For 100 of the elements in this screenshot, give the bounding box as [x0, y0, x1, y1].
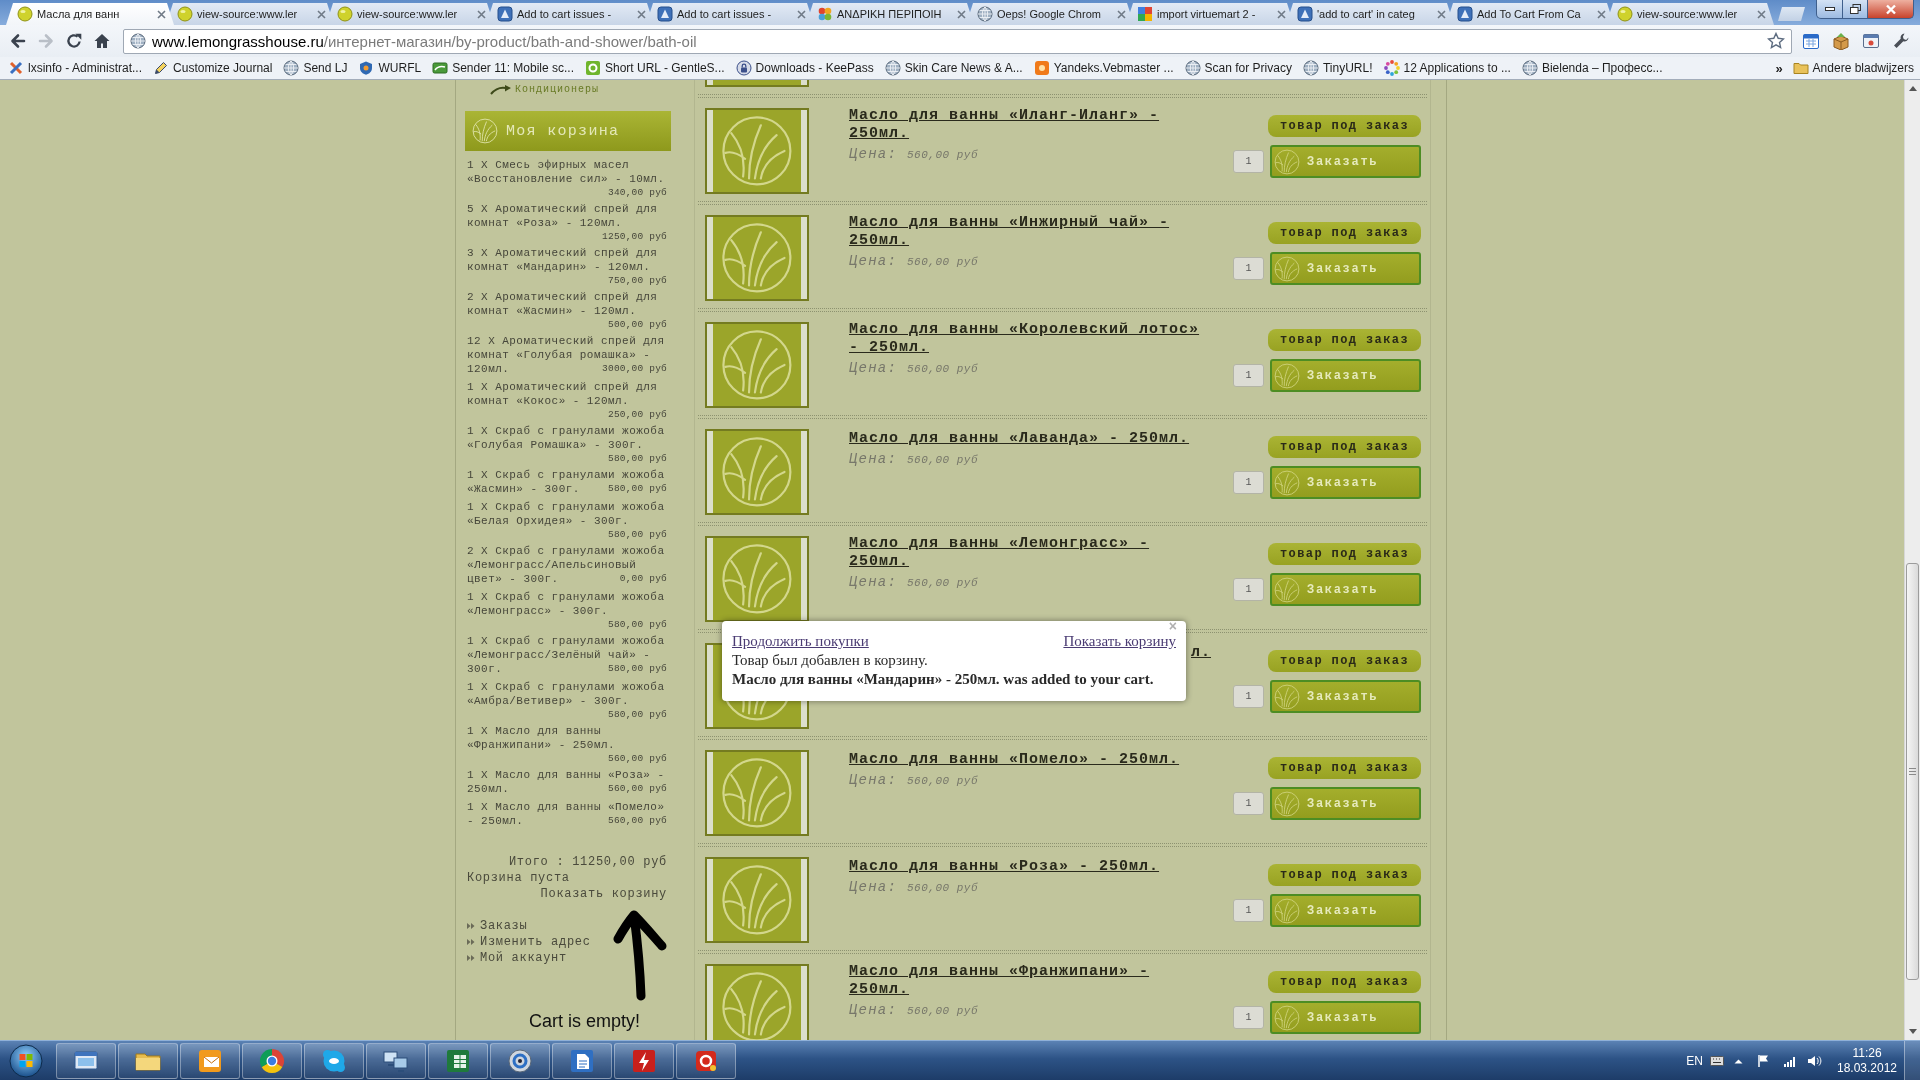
signal-icon[interactable] — [1783, 1054, 1797, 1067]
cart-item: 1 X Скраб с гранулами жожоба «Лемонграсс/Зелёный чай» - 300г. 580,00 руб — [467, 634, 667, 676]
price-value: 560,00 руб — [907, 362, 979, 377]
address-bar[interactable]: www.lemongrasshouse.ru/интернет-магазин/by-product/bath-and-shower/bath-oil — [123, 28, 1792, 54]
cart-item: 1 X Масло для ванны «Роза» - 250мл. 560,00 руб — [467, 768, 667, 796]
sidebar-link[interactable]: Мой аккаунт — [467, 950, 567, 966]
close-icon[interactable] — [1597, 9, 1606, 19]
scrollbar-thumb[interactable] — [1906, 563, 1919, 980]
close-icon[interactable] — [1117, 9, 1126, 19]
quantity-field[interactable]: 1 — [1233, 364, 1264, 387]
product-title-link[interactable]: Масло для ванны «Помело» - 250мл. — [849, 751, 1180, 769]
product-title-link[interactable]: Масло для ванны «Франжипани» - 250мл. — [849, 963, 1211, 999]
taskbar-button[interactable] — [552, 1042, 612, 1079]
product-title-link[interactable]: Масло для ванны «Лемонграсс» - 250мл. — [849, 535, 1211, 571]
minimize-icon — [1824, 7, 1835, 11]
bookmark[interactable]: Downloads - KeePass — [735, 60, 874, 76]
quantity-field[interactable]: 1 — [1233, 792, 1264, 815]
product-title-link[interactable]: Масло для ванны «Иланг-Иланг» - 250мл. — [849, 107, 1211, 143]
quantity-field[interactable]: 1 — [1233, 685, 1264, 708]
bookmark[interactable]: Skin Care News & A... — [884, 60, 1023, 76]
up-arrow-icon[interactable] — [1908, 86, 1917, 91]
flag-icon[interactable] — [1757, 1054, 1770, 1067]
sidebar-link[interactable]: Заказы — [467, 918, 528, 934]
price-value: 560,00 руб — [907, 774, 979, 789]
speaker-icon[interactable] — [1807, 1054, 1822, 1067]
cart-item: 1 X Смесь эфирных масел «Восстановление сил» - 10мл. 340,00 руб — [467, 158, 667, 198]
bookmark[interactable]: Yandeks.Vebmaster ... — [1033, 60, 1174, 76]
emblem-icon — [1273, 896, 1301, 925]
price-value: 560,00 руб — [907, 255, 979, 270]
product-title-link[interactable]: Масло для ванны «Роза» - 250мл. — [849, 858, 1160, 876]
taskbar-button[interactable] — [614, 1042, 674, 1079]
close-icon[interactable] — [637, 9, 646, 19]
taskbar-button[interactable] — [676, 1042, 736, 1079]
show-cart-link[interactable]: Показать корзину — [1063, 632, 1176, 651]
wrench-icon[interactable] — [1892, 32, 1910, 50]
show-desktop-button[interactable] — [1904, 1041, 1920, 1080]
cart-item: 1 X Скраб с гранулами жожоба «Амбра/Ветивер» - 300г. 580,00 руб — [467, 680, 667, 720]
browser-tab[interactable]: Масла для ванн — [6, 3, 174, 25]
taskbar-button[interactable] — [56, 1042, 116, 1079]
taskbar-button[interactable] — [490, 1042, 550, 1079]
bookmark[interactable]: Bielenda – Професс... — [1521, 60, 1663, 76]
calendar-icon[interactable] — [1802, 32, 1820, 50]
close-icon[interactable] — [797, 9, 806, 19]
close-icon[interactable] — [957, 9, 966, 19]
bookmark[interactable]: TinyURL! — [1302, 60, 1373, 76]
quantity-field[interactable]: 1 — [1233, 471, 1264, 494]
close-icon[interactable] — [1277, 9, 1286, 19]
product-title-link[interactable]: Масло для ванны «Королевский лотос» - 250мл. — [849, 321, 1211, 357]
close-icon[interactable] — [317, 9, 326, 19]
bookmark[interactable]: Short URL - GentleS... — [585, 60, 725, 76]
box-icon[interactable] — [1832, 32, 1850, 50]
bookmark[interactable]: Customize Journal — [153, 60, 273, 76]
product-title-link[interactable]: л. — [1191, 644, 1211, 662]
sidebar-link[interactable]: Изменить адрес — [467, 934, 591, 950]
close-icon[interactable] — [157, 9, 166, 19]
taskbar-button[interactable] — [118, 1042, 178, 1079]
language-indicator[interactable]: EN — [1686, 1053, 1703, 1068]
star-icon[interactable] — [1767, 32, 1785, 50]
quantity-field[interactable]: 1 — [1233, 150, 1264, 173]
taskbar-button[interactable] — [242, 1042, 302, 1079]
price-label: Цена: — [849, 450, 897, 468]
product-title-link[interactable]: Масло для ванны «Инжирный чай» - 250мл. — [849, 214, 1211, 250]
bookmark[interactable]: Scan for Privacy — [1184, 60, 1292, 76]
ring-tile-icon — [585, 60, 601, 76]
emblem-icon — [1273, 682, 1301, 711]
price-value: 560,00 руб — [907, 453, 979, 468]
close-icon[interactable] — [477, 9, 486, 19]
globe-icon — [130, 33, 146, 49]
quantity-field[interactable]: 1 — [1233, 899, 1264, 922]
close-icon[interactable] — [1757, 9, 1766, 19]
tile-icon — [1457, 6, 1473, 22]
taskbar-button[interactable] — [180, 1042, 240, 1079]
bookmark-folder[interactable]: Andere bladwijzers — [1792, 60, 1914, 76]
bookmark[interactable]: Send LJ — [283, 60, 348, 76]
show-cart-link[interactable]: Показать корзину — [540, 887, 667, 901]
bookmark[interactable]: lxsinfo - Administrat... — [8, 60, 143, 76]
taskbar-button[interactable] — [304, 1042, 364, 1079]
restore-button[interactable] — [1843, 0, 1868, 19]
taskbar-button[interactable] — [366, 1042, 426, 1079]
caret-icon[interactable] — [1734, 1057, 1743, 1064]
card-icon — [432, 60, 449, 76]
down-arrow-icon[interactable] — [1908, 1029, 1917, 1034]
quantity-field[interactable]: 1 — [1233, 1006, 1264, 1029]
keyboard-icon[interactable] — [1710, 1055, 1724, 1066]
cart-item: 5 X Ароматический спрей для комнат «Роза» - 120мл. 1250,00 руб — [467, 202, 667, 242]
bookmark[interactable]: Sender 11: Mobile sc... — [432, 60, 574, 76]
taskbar-button[interactable] — [428, 1042, 488, 1079]
quantity-field[interactable]: 1 — [1233, 257, 1264, 280]
minimize-button[interactable] — [1816, 0, 1843, 19]
close-button[interactable] — [1868, 0, 1914, 19]
quantity-field[interactable]: 1 — [1233, 578, 1264, 601]
product-title-link[interactable]: Масло для ванны «Лаванда» - 250мл. — [849, 430, 1190, 448]
window-icon[interactable] — [1862, 32, 1880, 50]
close-icon[interactable] — [1437, 9, 1446, 19]
double-chevron-icon — [467, 922, 475, 930]
bookmark[interactable]: WURFL — [358, 60, 422, 76]
bookmark[interactable]: 12 Applications to ... — [1383, 60, 1511, 76]
continue-shopping-link[interactable]: Продолжить покупки — [732, 632, 869, 651]
bookmarks-overflow-button[interactable]: » — [1775, 60, 1783, 76]
clock-button[interactable]: 11:26 18.03.2012 — [1836, 1045, 1898, 1076]
